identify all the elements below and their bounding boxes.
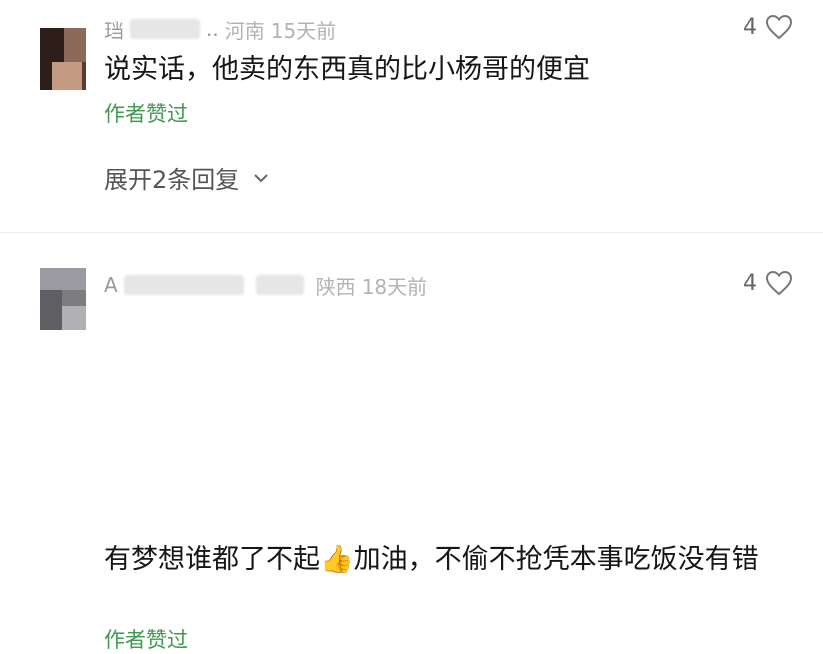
heart-outline-icon[interactable] xyxy=(765,270,793,296)
timestamp: 15天前 xyxy=(270,18,337,43)
like-button[interactable]: 4 xyxy=(743,270,793,296)
timestamp: 18天前 xyxy=(361,274,428,299)
heart-outline-icon[interactable] xyxy=(765,14,793,40)
like-count: 4 xyxy=(743,270,757,296)
location: 陕西 xyxy=(315,274,356,299)
expand-replies-button[interactable]: 展开2条回复 xyxy=(104,160,269,195)
comment-text: 说实话，他卖的东西真的比小杨哥的便宜 xyxy=(104,54,590,85)
comment-text: 有梦想谁都了不起👍加油，不偷不抢凭本事吃饭没有错 xyxy=(104,538,784,582)
blurred-username xyxy=(123,275,244,295)
author-liked-label: 作者赞过 xyxy=(104,628,188,652)
comment-meta: A 陕西 18天前 xyxy=(104,270,427,300)
avatar[interactable] xyxy=(40,28,86,90)
avatar[interactable] xyxy=(40,268,86,330)
comment-text-part: 有梦想谁都了不起 xyxy=(104,544,320,575)
thumbs-up-icon: 👍 xyxy=(320,544,354,575)
comment-item: A 陕西 18天前 有梦想谁都了不起👍加油，不偷不抢凭本事吃饭没有错 作者赞过 xyxy=(0,232,823,652)
author-liked-label: 作者赞过 xyxy=(104,102,188,126)
comment-item: 珰 .. 河南 15天前 4 说实话，他卖的东西真的比小杨哥的便宜 作者赞过 展… xyxy=(0,0,823,232)
location: 河南 xyxy=(224,18,265,43)
like-button[interactable]: 4 xyxy=(743,14,793,40)
username[interactable]: A xyxy=(104,273,118,297)
comment-meta: 珰 .. 河南 15天前 xyxy=(104,14,336,44)
blurred-username xyxy=(130,19,200,39)
comment-text-part: 加油，不偷不抢凭本事吃饭没有错 xyxy=(353,544,759,575)
like-count: 4 xyxy=(743,14,757,40)
username-tail: .. xyxy=(206,17,219,41)
chevron-down-icon xyxy=(254,173,268,182)
expand-replies-label: 展开2条回复 xyxy=(104,166,240,194)
username[interactable]: 珰 xyxy=(104,15,124,44)
blurred-username xyxy=(255,275,304,295)
